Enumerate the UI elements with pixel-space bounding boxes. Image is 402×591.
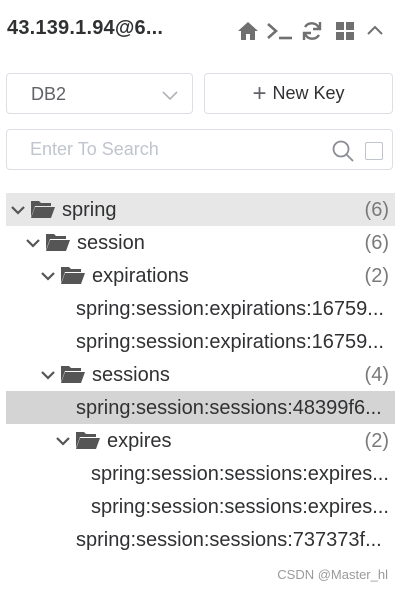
tree-folder-session[interactable]: session (6) — [6, 226, 395, 259]
chevron-down-icon[interactable] — [10, 202, 26, 218]
chevron-down-icon[interactable] — [40, 367, 56, 383]
tree-key-item[interactable]: spring:session:sessions:737373f... — [6, 523, 395, 556]
key-name: spring:session:sessions:737373f... — [76, 529, 382, 551]
tree-key-item-selected[interactable]: spring:session:sessions:48399f6... — [6, 391, 395, 424]
folder-open-icon — [60, 265, 86, 285]
tree-folder-expirations[interactable]: expirations (2) — [6, 259, 395, 292]
folder-name: expires — [107, 430, 172, 452]
chevron-down-icon[interactable] — [40, 268, 56, 284]
folder-count: (2) — [364, 430, 389, 452]
new-key-label: New Key — [272, 83, 345, 103]
database-select-value: DB2 — [31, 84, 67, 104]
tree-folder-spring[interactable]: spring (6) — [6, 193, 395, 226]
search-icon[interactable] — [331, 139, 355, 163]
folder-count: (6) — [364, 232, 389, 254]
folder-open-icon — [30, 199, 56, 219]
folder-name: expirations — [92, 265, 189, 287]
exact-search-checkbox[interactable] — [365, 142, 383, 160]
terminal-icon[interactable] — [266, 19, 294, 43]
folder-open-icon — [60, 364, 86, 384]
connection-header: 43.139.1.94@6... — [0, 0, 402, 62]
key-name: spring:session:expirations:16759... — [76, 331, 384, 353]
folder-count: (2) — [364, 265, 389, 287]
tree-folder-sessions[interactable]: sessions (4) — [6, 358, 395, 391]
folder-name: sessions — [92, 364, 170, 386]
chevron-down-icon[interactable] — [25, 235, 41, 251]
folder-count: (6) — [364, 199, 389, 221]
folder-open-icon — [45, 232, 71, 252]
folder-name: session — [77, 232, 145, 254]
key-name: spring:session:sessions:48399f6... — [76, 397, 382, 419]
database-select[interactable]: DB2 — [6, 73, 193, 114]
tree-key-item[interactable]: spring:session:expirations:16759... — [6, 325, 395, 358]
chevron-down-icon[interactable] — [55, 433, 71, 449]
tree-key-item[interactable]: spring:session:sessions:expires... — [6, 490, 395, 523]
key-name: spring:session:expirations:16759... — [76, 298, 384, 320]
collapse-icon[interactable] — [363, 19, 387, 43]
search-input[interactable] — [7, 130, 317, 169]
tree-key-item[interactable]: spring:session:sessions:expires... — [6, 457, 395, 490]
plus-icon: + — [252, 79, 267, 107]
tree-folder-expires[interactable]: expires (2) — [6, 424, 395, 457]
key-name: spring:session:sessions:expires... — [91, 496, 389, 518]
connection-title: 43.139.1.94@6... — [7, 17, 164, 39]
folder-count: (4) — [364, 364, 389, 386]
home-icon[interactable] — [236, 19, 260, 43]
key-tree: spring (6) session (6) expirations (2) s… — [6, 193, 395, 556]
folder-open-icon — [75, 430, 101, 450]
search-box — [6, 129, 393, 170]
chevron-down-icon — [160, 85, 180, 105]
watermark: CSDN @Master_hl — [277, 567, 388, 582]
grid-icon[interactable] — [333, 19, 357, 43]
tree-key-item[interactable]: spring:session:expirations:16759... — [6, 292, 395, 325]
key-name: spring:session:sessions:expires... — [91, 463, 389, 485]
new-key-button[interactable]: + New Key — [204, 73, 393, 114]
folder-name: spring — [62, 199, 117, 221]
refresh-icon[interactable] — [300, 19, 324, 43]
